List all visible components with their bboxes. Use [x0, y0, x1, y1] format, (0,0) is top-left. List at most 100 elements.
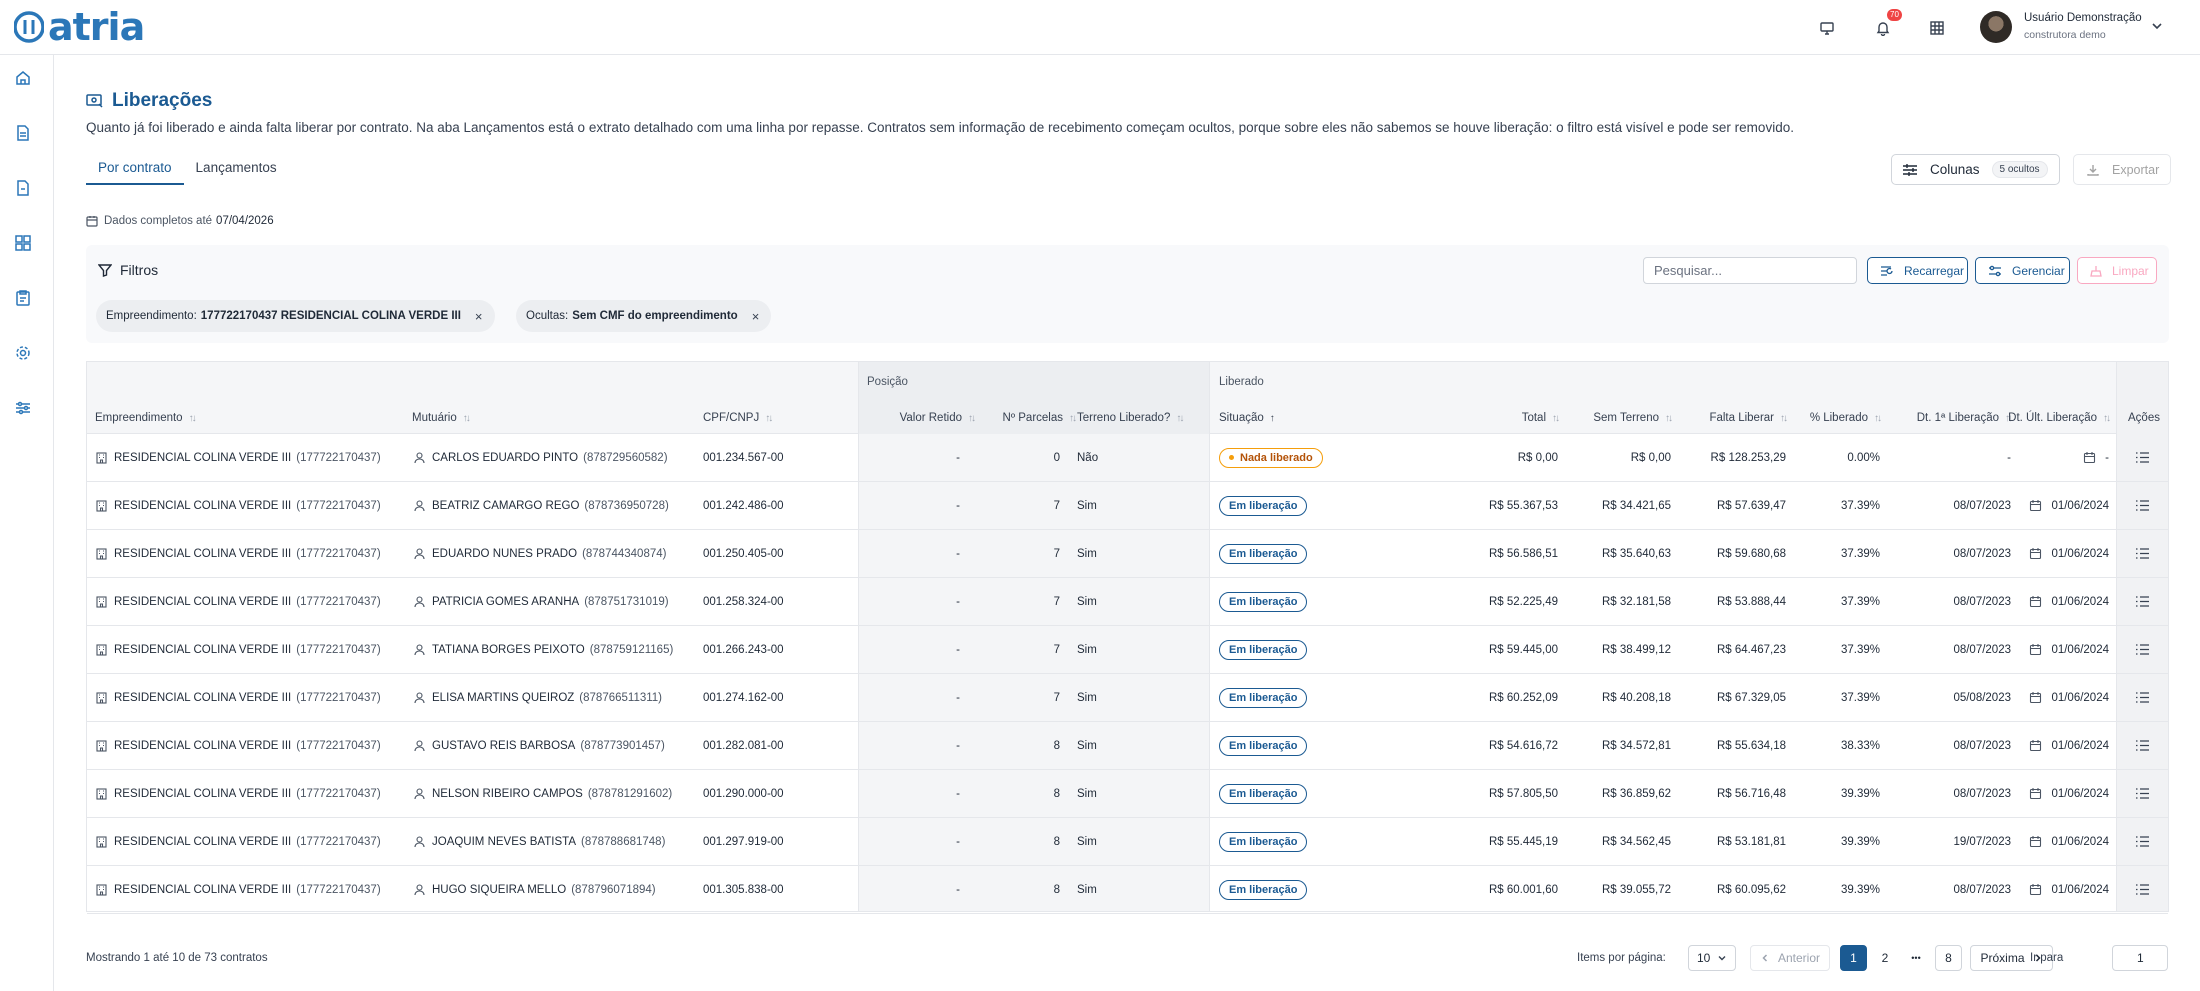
- status-badge: Em liberação: [1219, 495, 1308, 516]
- col-dt-ultima[interactable]: Dt. Últ. Liberação ↑↓: [2008, 412, 2111, 424]
- calendar-icon[interactable]: [2029, 595, 2042, 608]
- sort-icon: ↑↓: [1552, 412, 1560, 424]
- dashboard-icon[interactable]: [14, 234, 32, 252]
- col-mutuario[interactable]: Mutuário ↑↓: [412, 412, 471, 424]
- page-1-button[interactable]: 1: [1840, 945, 1867, 971]
- cell-sem-terreno: R$ 0,00: [1630, 451, 1671, 464]
- row-actions-icon[interactable]: [2135, 722, 2150, 769]
- col-terreno[interactable]: Terreno Liberado? ↑↓: [1077, 412, 1184, 424]
- cell-cpf: 001.266.243-00: [703, 643, 784, 656]
- previous-page-button[interactable]: Anterior: [1750, 945, 1830, 971]
- per-page-select[interactable]: 10: [1688, 945, 1736, 971]
- row-actions-icon[interactable]: [2135, 626, 2150, 673]
- col-acoes: Ações: [2128, 412, 2160, 424]
- table-row[interactable]: RESIDENCIAL COLINA VERDE III (17772217043…: [87, 530, 2168, 578]
- export-button[interactable]: Exportar: [2073, 154, 2171, 185]
- manage-button[interactable]: Gerenciar: [1975, 257, 2070, 284]
- row-actions-icon[interactable]: [2135, 530, 2150, 577]
- cell-valor-retido: -: [956, 739, 960, 752]
- table-row[interactable]: RESIDENCIAL COLINA VERDE III (17772217043…: [87, 482, 2168, 530]
- col-parcelas[interactable]: Nº Parcelas ↑↓: [980, 412, 1077, 424]
- calendar-icon[interactable]: [2083, 451, 2096, 464]
- clipboard-icon[interactable]: [14, 289, 32, 307]
- user-icon: [413, 499, 426, 512]
- tab-lancamentos[interactable]: Lançamentos: [184, 155, 289, 185]
- page-8-button[interactable]: 8: [1935, 945, 1962, 971]
- cell-pct: 38.33%: [1840, 739, 1880, 752]
- row-actions-icon[interactable]: [2135, 770, 2150, 817]
- col-situacao[interactable]: Situação ↑: [1219, 412, 1275, 424]
- row-actions-icon[interactable]: [2135, 866, 2150, 913]
- cell-total: R$ 60.252,09: [1488, 691, 1558, 704]
- close-icon[interactable]: ×: [752, 309, 760, 324]
- avatar[interactable]: [1980, 11, 2012, 43]
- gear-icon[interactable]: [14, 344, 32, 362]
- goto-page-input[interactable]: 1: [2112, 945, 2168, 971]
- reload-button[interactable]: Recarregar: [1867, 257, 1968, 284]
- table-row[interactable]: RESIDENCIAL COLINA VERDE III (17772217043…: [87, 866, 2168, 914]
- cell-sem-terreno: R$ 36.859,62: [1601, 787, 1671, 800]
- row-actions-icon[interactable]: [2135, 578, 2150, 625]
- page-2-button[interactable]: 2: [1873, 945, 1897, 971]
- tab-por-contrato[interactable]: Por contrato: [86, 155, 184, 185]
- col-pct[interactable]: % Liberado ↑↓: [1792, 412, 1882, 424]
- building-icon: [95, 691, 108, 704]
- apps-grid-icon[interactable]: [1926, 17, 1948, 39]
- calendar-icon[interactable]: [2029, 883, 2042, 896]
- cell-cpf: 001.250.405-00: [703, 547, 784, 560]
- columns-button[interactable]: Colunas 5 ocultos: [1891, 154, 2060, 185]
- cell-dt-primeira: 08/07/2023: [1953, 547, 2011, 560]
- calendar-icon[interactable]: [2029, 643, 2042, 656]
- close-icon[interactable]: ×: [475, 309, 483, 324]
- cell-dt-primeira: 08/07/2023: [1953, 787, 2011, 800]
- building-icon: [95, 835, 108, 848]
- table-row[interactable]: RESIDENCIAL COLINA VERDE III (17772217043…: [87, 578, 2168, 626]
- cell-terreno: Sim: [1077, 787, 1097, 800]
- table-row[interactable]: RESIDENCIAL COLINA VERDE III (17772217043…: [87, 434, 2168, 482]
- filter-chip-ocultas[interactable]: Ocultas: Sem CMF do empreendimento ×: [516, 300, 772, 332]
- tabs: Por contrato Lançamentos: [86, 155, 289, 185]
- table-row[interactable]: RESIDENCIAL COLINA VERDE III (17772217043…: [87, 818, 2168, 866]
- file-icon[interactable]: [14, 179, 32, 197]
- clear-button[interactable]: Limpar: [2077, 257, 2157, 284]
- sliders-icon[interactable]: [14, 399, 32, 417]
- row-actions-icon[interactable]: [2135, 674, 2150, 721]
- cell-situacao: Em liberação: [1219, 674, 1308, 721]
- col-cpf[interactable]: CPF/CNPJ ↑↓: [703, 412, 773, 424]
- calendar-icon[interactable]: [2029, 547, 2042, 560]
- calendar-icon[interactable]: [2029, 739, 2042, 752]
- table-row[interactable]: RESIDENCIAL COLINA VERDE III (17772217043…: [87, 674, 2168, 722]
- table-row[interactable]: RESIDENCIAL COLINA VERDE III (17772217043…: [87, 626, 2168, 674]
- col-valor-retido[interactable]: Valor Retido ↑↓: [867, 412, 976, 424]
- search-input[interactable]: [1643, 257, 1857, 284]
- col-falta[interactable]: Falta Liberar ↑↓: [1677, 412, 1788, 424]
- chevron-down-icon[interactable]: [2150, 19, 2164, 36]
- page-ellipsis[interactable]: •••: [1903, 945, 1929, 971]
- user-org: construtora demo: [2024, 29, 2106, 41]
- row-actions-icon[interactable]: [2135, 482, 2150, 529]
- table-row[interactable]: RESIDENCIAL COLINA VERDE III (17772217043…: [87, 770, 2168, 818]
- col-sem-terreno[interactable]: Sem Terreno ↑↓: [1567, 412, 1673, 424]
- user-icon: [413, 739, 426, 752]
- calendar-icon[interactable]: [2029, 499, 2042, 512]
- table-row[interactable]: RESIDENCIAL COLINA VERDE III (17772217043…: [87, 722, 2168, 770]
- row-actions-icon[interactable]: [2135, 434, 2150, 481]
- cell-parcelas: 8: [1053, 739, 1060, 752]
- app-logo[interactable]: atria: [14, 8, 145, 46]
- col-dt-primeira[interactable]: Dt. 1ª Liberação ↑↓: [1887, 412, 2013, 424]
- document-icon[interactable]: [14, 124, 32, 142]
- cell-falta: R$ 67.329,05: [1716, 691, 1786, 704]
- calendar-icon[interactable]: [2029, 691, 2042, 704]
- building-icon: [95, 739, 108, 752]
- col-total[interactable]: Total ↑↓: [1417, 412, 1560, 424]
- sort-icon: ↑↓: [968, 412, 976, 424]
- monitor-icon[interactable]: [1816, 17, 1838, 39]
- filter-chip-empreendimento[interactable]: Empreendimento: 177722170437 RESIDENCIAL…: [96, 300, 495, 332]
- calendar-icon[interactable]: [2029, 787, 2042, 800]
- row-actions-icon[interactable]: [2135, 818, 2150, 865]
- col-empreendimento[interactable]: Empreendimento ↑↓: [95, 412, 197, 424]
- home-icon[interactable]: [14, 69, 32, 87]
- calendar-icon[interactable]: [2029, 835, 2042, 848]
- status-badge: Em liberação: [1219, 831, 1308, 852]
- cell-falta: R$ 128.253,29: [1710, 451, 1786, 464]
